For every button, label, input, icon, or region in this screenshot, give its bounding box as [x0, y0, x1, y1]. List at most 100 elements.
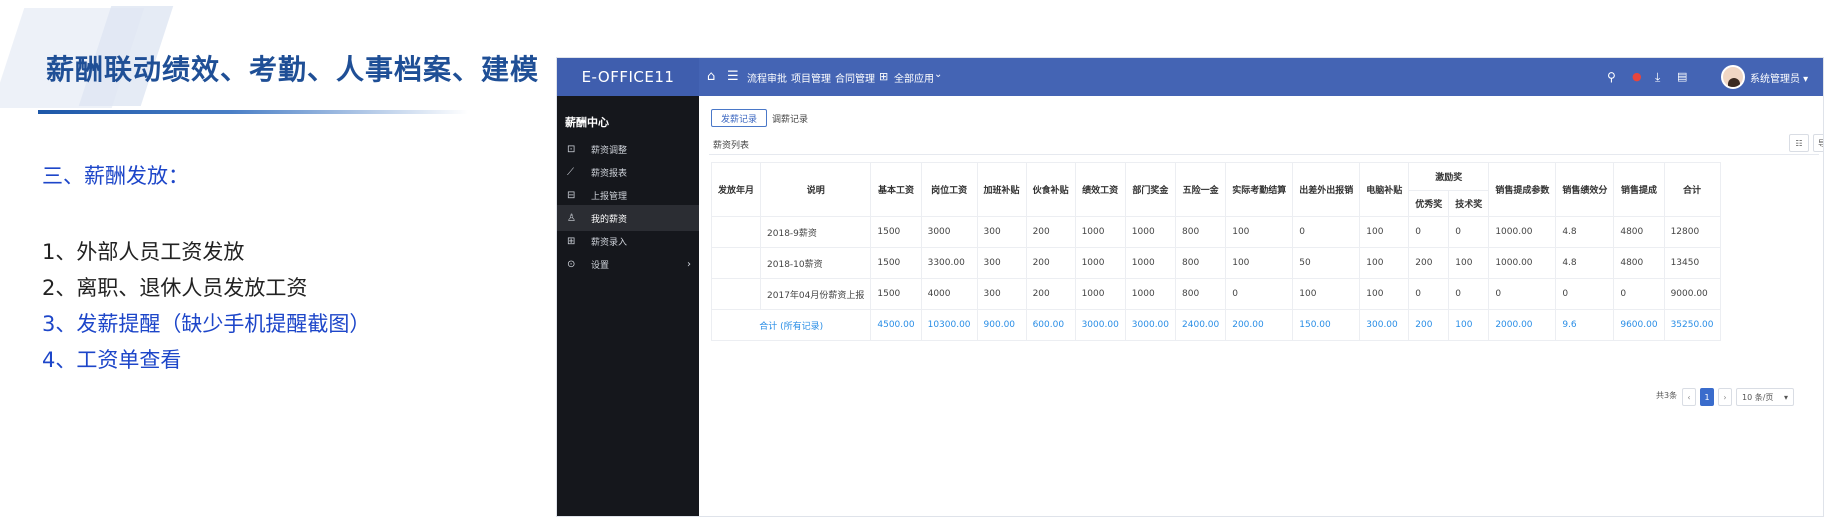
tab-pay-records[interactable]: 发薪记录 — [711, 109, 768, 127]
main-panel: 发薪记录 调薪记录 薪资列表 ☷ 导出 发放年月 说明 基本工资 岗位工资 加班… — [699, 96, 1823, 516]
table-cell: 35250.00 — [1663, 309, 1721, 341]
col-header[interactable]: 说明 — [760, 162, 872, 217]
chevron-right-icon: › — [687, 258, 691, 270]
sidebar-item-label: 薪资录入 — [591, 237, 628, 248]
section-heading: 三、薪酬发放： — [42, 164, 189, 188]
col-header[interactable]: 技术奖 — [1448, 190, 1490, 217]
col-header[interactable]: 发放年月 — [710, 162, 762, 217]
col-header[interactable]: 优秀奖 — [1408, 190, 1450, 217]
table-cell: 100 — [1359, 278, 1410, 310]
table-cell: 800 — [1175, 278, 1227, 310]
col-header[interactable]: 伙食补贴 — [1025, 162, 1076, 217]
slide-title: 薪酬联动绩效、考勤、人事档案、建模 — [46, 53, 540, 86]
table-cell: 200 — [1025, 278, 1076, 310]
table-row[interactable]: 2018-9薪资 1500 3000 300 200 1000 1000 800… — [710, 216, 1721, 248]
table-cell: 0 — [1613, 278, 1665, 310]
column-settings-icon[interactable]: ☷ — [1789, 134, 1809, 152]
nav-item-project[interactable]: 项目管理 — [791, 70, 831, 85]
avatar[interactable] — [1721, 65, 1745, 89]
table-cell: 800 — [1175, 247, 1227, 279]
col-header[interactable]: 基本工资 — [870, 162, 922, 217]
home-icon[interactable]: ⌂ — [707, 68, 715, 86]
table-cell: 4800 — [1613, 247, 1665, 279]
col-header[interactable]: 部门奖金 — [1124, 162, 1177, 217]
table-row[interactable]: 2018-10薪资 1500 3300.00 300 200 1000 1000… — [710, 247, 1721, 279]
tab-adjust-records[interactable]: 调薪记录 — [763, 109, 817, 127]
col-header[interactable]: 实际考勤结算 — [1225, 162, 1294, 217]
table-cell: 4800 — [1613, 216, 1665, 248]
table-cell: 150.00 — [1292, 309, 1361, 341]
col-header[interactable]: 五险一金 — [1175, 162, 1227, 217]
table-cell: 100 — [1292, 278, 1361, 310]
table-cell: 300 — [976, 247, 1027, 279]
table-cell: 1000 — [1124, 216, 1177, 248]
table-cell: 3000.00 — [1074, 309, 1126, 341]
table-cell: 300 — [976, 278, 1027, 310]
document-icon[interactable]: ▤ — [1677, 68, 1687, 86]
total-label: 合计 (所有记录) — [710, 309, 872, 341]
table-cell: 1000.00 — [1488, 216, 1557, 248]
col-header[interactable]: 电脑补贴 — [1359, 162, 1410, 217]
table-cell: 100 — [1359, 216, 1410, 248]
total-row: 合计 (所有记录) 4500.00 10300.00 900.00 600.00… — [710, 309, 1721, 341]
user-name[interactable]: 系统管理员 ▾ — [1750, 70, 1808, 85]
table-cell: 0 — [1225, 278, 1294, 310]
table-cell — [710, 247, 762, 279]
chevron-down-icon: ▾ — [1783, 392, 1788, 402]
col-header[interactable]: 合计 — [1663, 162, 1721, 217]
nav-item-contract[interactable]: 合同管理 — [835, 70, 875, 85]
col-header[interactable]: 出差外出报销 — [1292, 162, 1361, 217]
chevron-down-icon[interactable]: ⌄ — [934, 69, 942, 80]
list-item: 4、工资单查看 — [42, 348, 182, 372]
menu-icon[interactable]: ☰ — [727, 68, 739, 86]
table-cell: 1000.00 — [1488, 247, 1557, 279]
sidebar-title: 薪酬中心 — [565, 116, 609, 129]
table-cell: 1000 — [1074, 247, 1126, 279]
prev-page-button[interactable]: ‹ — [1682, 388, 1696, 406]
col-header[interactable]: 绩效工资 — [1074, 162, 1126, 217]
bullet-list: 1、外部人员工资发放 2、离职、退休人员发放工资 3、发薪提醒（缺少手机提醒截图… — [42, 234, 370, 378]
table-cell: 0 — [1408, 278, 1450, 310]
table-cell: 200 — [1025, 247, 1076, 279]
search-icon[interactable]: ⚲ — [1607, 68, 1616, 86]
table-cell: 2018-10薪资 — [760, 247, 872, 279]
table-cell: 100 — [1225, 216, 1294, 248]
table-cell: 1000 — [1074, 216, 1126, 248]
col-header[interactable]: 加班补贴 — [976, 162, 1027, 217]
sidebar-item-settings[interactable]: ⊙ 设置 › — [557, 251, 699, 277]
table-cell: 4.8 — [1555, 247, 1615, 279]
col-header[interactable]: 销售绩效分 — [1555, 162, 1615, 217]
nav-item-all-apps[interactable]: 全部应用 — [894, 70, 934, 85]
sidebar-item-label: 我的薪资 — [591, 214, 628, 225]
grid-icon[interactable]: ⊞ — [879, 68, 888, 86]
sidebar-item-label: 薪资报表 — [591, 168, 628, 179]
download-icon[interactable]: ⤓ — [1655, 68, 1660, 86]
table-cell: 3300.00 — [920, 247, 978, 279]
app-logo[interactable]: E-OFFICE11 — [557, 58, 699, 96]
table-cell: 200.00 — [1225, 309, 1294, 341]
table-cell: 900.00 — [976, 309, 1027, 341]
col-header[interactable]: 销售提成参数 — [1488, 162, 1557, 217]
table-row[interactable]: 2017年04月份薪资上报 1500 4000 300 200 1000 100… — [710, 278, 1721, 310]
divider — [709, 154, 1819, 155]
app-window: E-OFFICE11 ⌂ ☰ 流程审批 项目管理 合同管理 ⊞ 全部应用 ⌄ ⚲… — [556, 57, 1824, 517]
user-icon: ♙ — [567, 212, 576, 224]
table-cell: 1500 — [870, 247, 922, 279]
settings-icon: ⊙ — [567, 258, 576, 270]
table-cell — [710, 216, 762, 248]
table-cell: 9000.00 — [1663, 278, 1721, 310]
notification-icon[interactable]: ● — [1632, 68, 1642, 86]
page-button[interactable]: 1 — [1700, 388, 1714, 406]
col-header[interactable]: 销售提成 — [1613, 162, 1665, 217]
page-size-select[interactable]: 10 条/页 ▾ — [1736, 388, 1794, 406]
export-button[interactable]: 导出 — [1813, 134, 1823, 152]
nav-item-workflow[interactable]: 流程审批 — [747, 70, 787, 85]
table-cell: 100 — [1448, 247, 1490, 279]
table-cell: 4500.00 — [870, 309, 922, 341]
table-cell: 1000 — [1124, 247, 1177, 279]
table-cell: 1500 — [870, 216, 922, 248]
next-page-button[interactable]: › — [1718, 388, 1732, 406]
col-header[interactable]: 岗位工资 — [920, 162, 978, 217]
col-group-header[interactable]: 激励奖 — [1408, 162, 1490, 191]
title-underline — [38, 110, 468, 114]
